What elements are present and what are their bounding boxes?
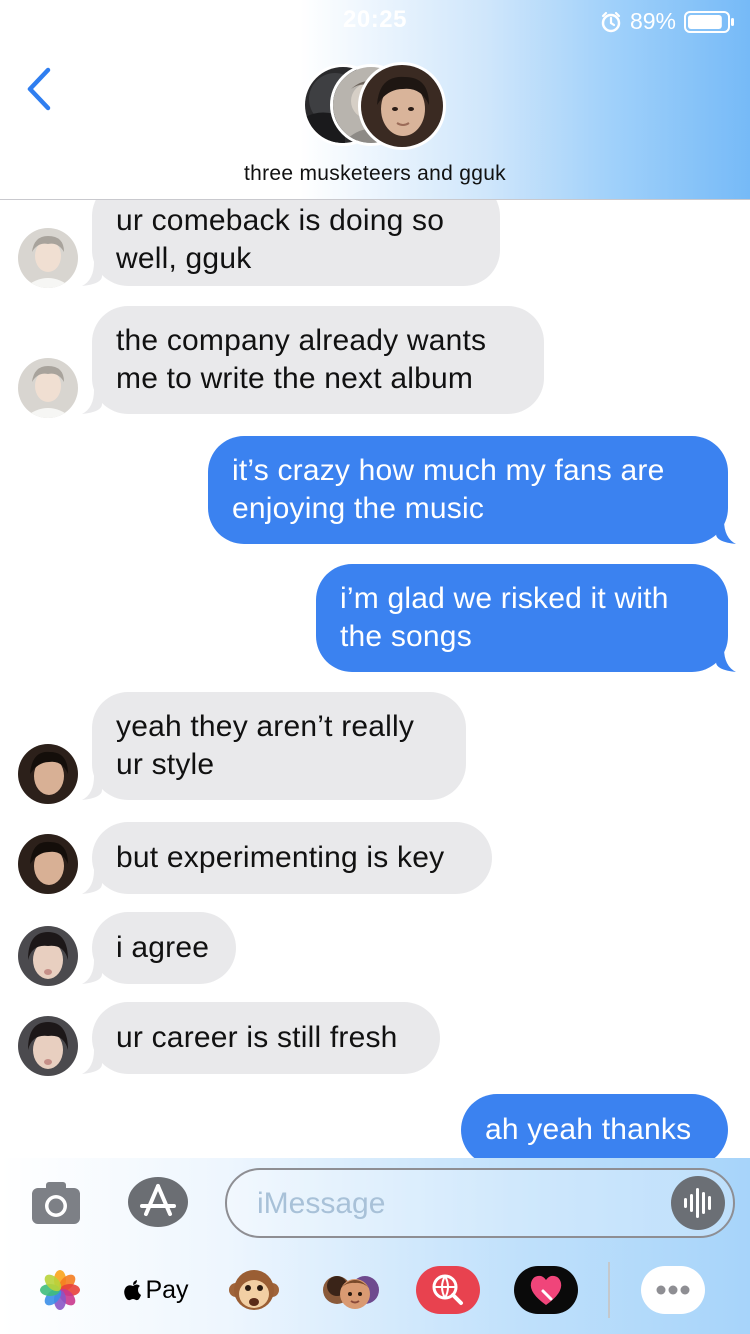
message-thread[interactable]: ur comeback is doing so well, gguk the c… [0, 200, 750, 1158]
apple-logo-icon [124, 1280, 142, 1301]
message-text-line: the company already wants [116, 324, 487, 357]
message-bubble[interactable]: i’m glad we risked it with the songs [316, 564, 728, 672]
audio-message-button[interactable] [671, 1176, 725, 1230]
app-store-button[interactable] [126, 1176, 190, 1228]
message-text-line: i agree [116, 931, 210, 964]
bubble-tail [82, 262, 102, 286]
sender-avatar[interactable] [18, 744, 78, 804]
message-bubble[interactable]: it’s crazy how much my fans are enjoying… [208, 436, 728, 544]
apple-pay-icon[interactable]: Pay [120, 1260, 192, 1320]
conversation-header: 20:25 89% three musketeers and gguk [0, 0, 750, 200]
battery-percent: 89% [629, 8, 676, 34]
message-bubble[interactable]: the company already wants me to write th… [92, 306, 544, 414]
sender-avatar[interactable] [18, 834, 78, 894]
battery-icon [684, 10, 736, 34]
message-text-line: it’s crazy how much my fans are [232, 454, 665, 487]
message-text-line: but experimenting is key [116, 841, 445, 874]
message-bubble[interactable]: yeah they aren’t really ur style [92, 692, 466, 800]
message-text-line: the songs [340, 620, 472, 653]
message-bubble[interactable]: ur career is still fresh [92, 1002, 440, 1074]
sender-avatar[interactable] [18, 228, 78, 288]
sender-avatar[interactable] [18, 926, 78, 986]
message-text-line: i’m glad we risked it with [340, 582, 669, 615]
app-drawer: Pay [0, 1254, 750, 1326]
group-avatar-stack[interactable] [302, 62, 448, 150]
message-text-line: enjoying the music [232, 492, 485, 525]
memoji-stickers-icon[interactable] [318, 1260, 384, 1320]
message-bubble[interactable]: but experimenting is key [92, 822, 492, 894]
bubble-tail [82, 960, 102, 984]
message-bubble[interactable]: i agree [92, 912, 236, 984]
bubble-tail [82, 776, 102, 800]
bubble-tail [82, 870, 102, 894]
web-search-icon[interactable] [414, 1260, 482, 1320]
message-text-line: ah yeah thanks [485, 1113, 692, 1146]
message-input[interactable]: iMessage [225, 1168, 735, 1238]
message-bubble[interactable]: ah yeah thanks [461, 1094, 728, 1158]
sender-avatar[interactable] [18, 358, 78, 418]
photos-app-icon[interactable] [36, 1260, 84, 1320]
compose-bar: iMessage Pay [0, 1158, 750, 1334]
digital-touch-icon[interactable] [512, 1260, 580, 1320]
group-avatar-3 [358, 62, 446, 150]
camera-button[interactable] [30, 1180, 82, 1226]
drawer-divider [608, 1262, 610, 1318]
more-apps-icon[interactable] [640, 1260, 706, 1320]
status-right: 89% [600, 8, 736, 35]
apple-pay-label: Pay [145, 1275, 189, 1304]
message-text-line: ur comeback is doing so [116, 204, 445, 237]
audio-waveform-icon [684, 1188, 711, 1218]
message-text-line: yeah they aren’t really [116, 710, 415, 743]
message-text-line: ur career is still fresh [116, 1021, 398, 1054]
message-input-placeholder: iMessage [257, 1187, 386, 1220]
status-bar: 20:25 89% [0, 0, 750, 40]
alarm-icon [600, 11, 622, 33]
bubble-tail [716, 648, 736, 672]
message-text-line: ur style [116, 748, 215, 781]
message-text-line: me to write the next album [116, 362, 474, 395]
conversation-title[interactable]: three musketeers and gguk [0, 162, 750, 186]
sender-avatar[interactable] [18, 1016, 78, 1076]
chevron-left-icon [27, 67, 51, 111]
bubble-tail [82, 1050, 102, 1074]
message-text-line: well, gguk [116, 242, 252, 275]
bubble-tail [716, 520, 736, 544]
app-store-icon [128, 1177, 188, 1227]
back-button[interactable] [22, 64, 62, 114]
camera-icon [32, 1182, 80, 1224]
bubble-tail [82, 390, 102, 414]
animoji-monkey-icon[interactable] [226, 1260, 282, 1320]
message-bubble[interactable]: ur comeback is doing so well, gguk [92, 200, 500, 286]
